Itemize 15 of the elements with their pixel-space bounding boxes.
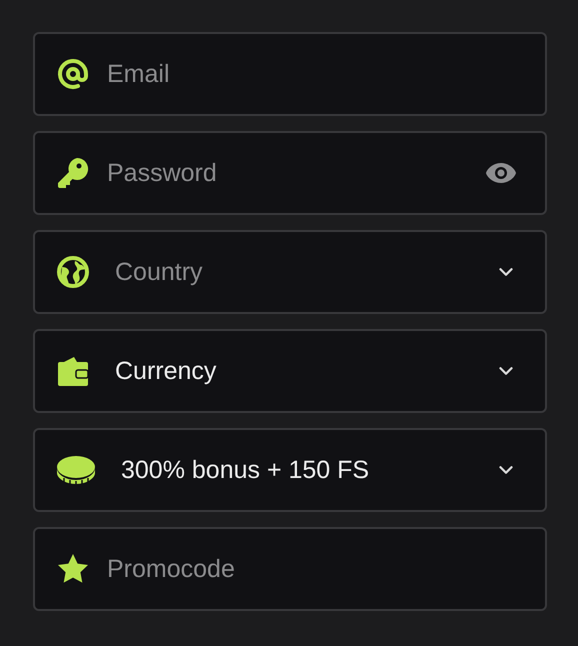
- text-field[interactable]: Email: [33, 32, 547, 116]
- coin-icon: [56, 453, 96, 487]
- dropdown-select[interactable]: 300% bonus + 150 FS: [33, 428, 547, 512]
- password-input[interactable]: Password: [107, 158, 468, 188]
- text-field[interactable]: Promocode: [33, 527, 547, 611]
- show-password-button[interactable]: [485, 162, 517, 184]
- dropdown-select[interactable]: Currency: [33, 329, 547, 413]
- wallet-icon: [56, 354, 90, 388]
- globe-icon: [56, 255, 90, 289]
- text-input[interactable]: Promocode: [107, 554, 517, 584]
- password-field[interactable]: Password: [33, 131, 547, 215]
- at-icon: [56, 57, 90, 91]
- dropdown-select[interactable]: Country: [33, 230, 547, 314]
- key-icon: [56, 156, 90, 190]
- text-input[interactable]: Email: [107, 60, 517, 88]
